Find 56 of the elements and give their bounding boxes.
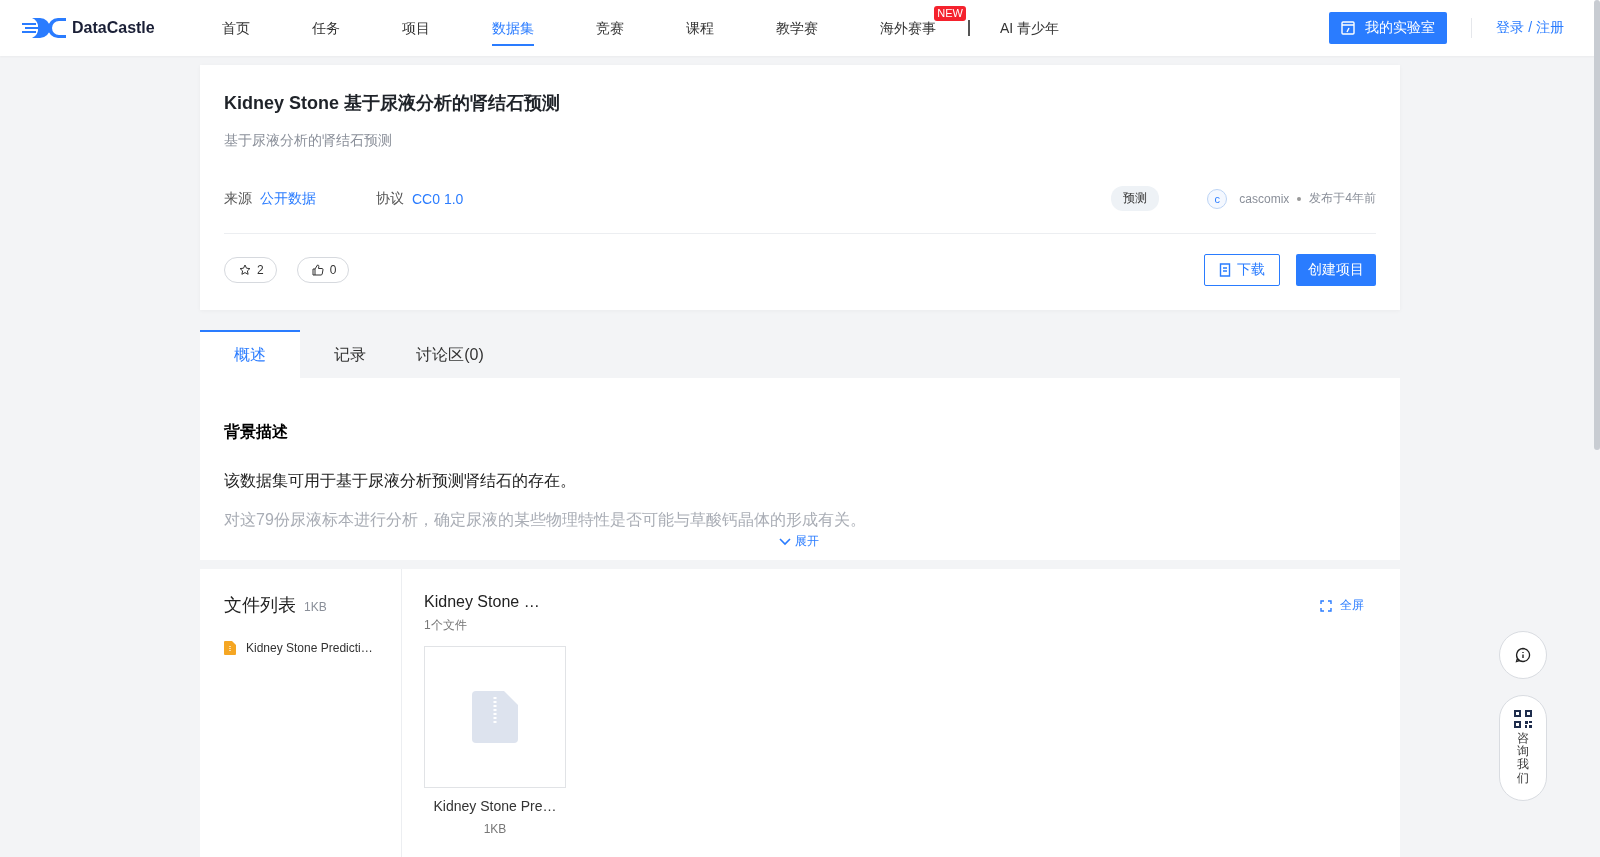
logo-icon	[22, 17, 68, 39]
tab[interactable]: 概述	[200, 330, 300, 378]
nav-link[interactable]: 任务	[312, 10, 340, 46]
file-count: 1个文件	[424, 617, 468, 634]
section-heading: 背景描述	[224, 422, 289, 442]
publish-time: 发布于4年前	[1309, 190, 1376, 207]
info-bubble-icon	[1515, 647, 1531, 663]
new-badge: NEW	[934, 6, 966, 21]
tab[interactable]: 记录	[300, 330, 400, 378]
contact-button[interactable]: 咨询我们	[1499, 695, 1547, 801]
avatar[interactable]: c	[1207, 188, 1228, 209]
folder-name: Kidney Stone …	[424, 593, 540, 611]
file-size: 1KB	[482, 822, 508, 836]
nav-link[interactable]: 海外赛事	[880, 10, 936, 46]
chevron-down-icon	[779, 537, 791, 546]
description-text: 对这79份尿液标本进行分析，确定尿液的某些物理特性是否可能与草酸钙晶体的形成有关。	[224, 510, 867, 530]
license-link[interactable]: CC0 1.0	[412, 190, 464, 207]
zip-file-icon	[472, 691, 518, 743]
dataset-title: Kidney Stone 基于尿液分析的肾结石预测	[224, 92, 561, 115]
feedback-button[interactable]	[1499, 631, 1547, 679]
file-item[interactable]: Kidney Stone Predicti…	[224, 641, 401, 655]
nav-link[interactable]: 课程	[686, 10, 714, 46]
tag[interactable]: 预测	[1111, 186, 1160, 211]
tab[interactable]: 讨论区(0)	[400, 330, 500, 378]
fullscreen-button[interactable]: 全屏	[1320, 597, 1364, 614]
nav-link[interactable]: 首页	[222, 10, 250, 46]
lab-button[interactable]: 我的实验室	[1329, 12, 1448, 44]
login-link[interactable]: 登录 / 注册	[1496, 19, 1564, 37]
qr-code-icon	[1514, 710, 1532, 728]
nav-link[interactable]: 竞赛	[596, 10, 624, 46]
nav-link[interactable]: 教学赛	[776, 10, 818, 46]
logo-text[interactable]: DataCastle	[72, 19, 155, 37]
file-name: Kidney Stone Pre…	[432, 798, 558, 814]
lab-icon	[1341, 21, 1356, 35]
like-button[interactable]: 0	[296, 257, 350, 283]
scrollbar[interactable]	[1594, 0, 1600, 450]
thumbs-up-icon	[311, 264, 324, 276]
dataset-subtitle: 基于尿液分析的肾结石预测	[224, 132, 393, 150]
nav-link[interactable]: 项目	[402, 10, 430, 46]
file-list-title: 文件列表	[224, 594, 296, 617]
create-project-button[interactable]: 创建项目	[1296, 254, 1376, 286]
source-label: 来源	[224, 189, 252, 208]
star-icon	[239, 264, 251, 276]
expand-icon	[1320, 599, 1332, 612]
expand-link[interactable]: 展开	[779, 533, 819, 550]
license-label: 协议	[376, 189, 404, 208]
star-button[interactable]: 2	[224, 257, 277, 283]
document-icon	[1219, 263, 1231, 277]
nav-link[interactable]: AI 青少年	[1000, 10, 1060, 46]
download-button[interactable]: 下载	[1204, 254, 1280, 286]
file-icon	[224, 641, 236, 655]
file-thumbnail[interactable]	[424, 646, 566, 788]
source-link[interactable]: 公开数据	[260, 189, 316, 208]
description-text: 该数据集可用于基于尿液分析预测肾结石的存在。	[224, 471, 577, 491]
total-size: 1KB	[304, 600, 327, 614]
nav-link[interactable]: 数据集	[492, 10, 534, 46]
